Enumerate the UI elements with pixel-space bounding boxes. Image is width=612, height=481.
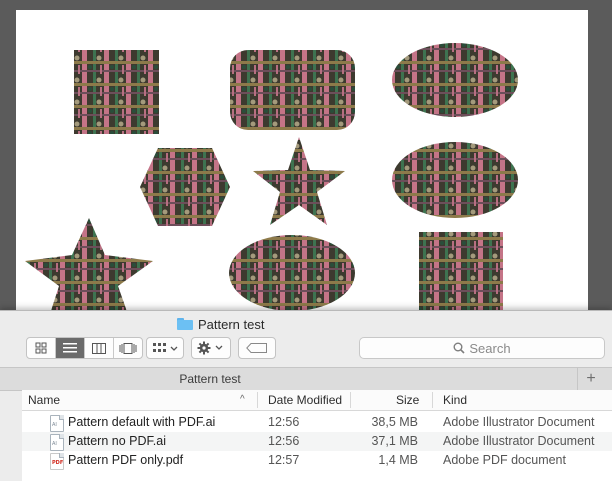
- sort-indicator-icon: ^: [240, 394, 245, 405]
- pattern-square: [74, 50, 159, 134]
- search-field[interactable]: Search: [359, 337, 605, 359]
- file-date-modified: 12:56: [268, 415, 300, 429]
- list-view-button[interactable]: [56, 338, 85, 358]
- tab-bar: Pattern test +: [0, 367, 612, 391]
- column-divider[interactable]: [257, 392, 258, 408]
- pattern-rounded-rectangle: [230, 50, 355, 130]
- file-name: Pattern no PDF.ai: [68, 434, 166, 448]
- cover-flow-icon: [119, 342, 137, 354]
- file-size: 37,1 MB: [371, 434, 418, 448]
- add-tab-button[interactable]: +: [577, 368, 604, 390]
- file-row[interactable]: AI Pattern default with PDF.ai 12:56 38,…: [22, 413, 612, 432]
- folder-icon: [177, 318, 193, 330]
- column-header-name[interactable]: Name: [28, 393, 60, 407]
- search-placeholder: Search: [469, 340, 511, 356]
- tag-button[interactable]: [238, 337, 276, 359]
- column-view-icon: [92, 342, 106, 354]
- window-title-group: Pattern test: [177, 315, 264, 333]
- file-kind: Adobe Illustrator Document: [443, 434, 595, 448]
- column-header-date-modified[interactable]: Date Modified: [268, 393, 342, 407]
- artboard[interactable]: [16, 10, 588, 320]
- toolbar: Search: [0, 337, 612, 369]
- file-date-modified: 12:56: [268, 434, 300, 448]
- file-row[interactable]: PDF Pattern PDF only.pdf 12:57 1,4 MB Ad…: [22, 451, 612, 470]
- file-kind: Adobe Illustrator Document: [443, 415, 595, 429]
- file-size: 38,5 MB: [371, 415, 418, 429]
- gear-icon: [197, 341, 223, 355]
- list-view-icon: [63, 343, 77, 353]
- title-bar[interactable]: Pattern test: [0, 311, 612, 337]
- window-title: Pattern test: [198, 316, 265, 332]
- file-name: Pattern PDF only.pdf: [68, 453, 184, 467]
- file-date-modified: 12:57: [268, 453, 300, 467]
- tag-icon: [246, 343, 267, 353]
- file-kind: Adobe PDF document: [443, 453, 566, 467]
- group-icon: [153, 343, 178, 352]
- file-size: 1,4 MB: [378, 453, 418, 467]
- file-name: Pattern default with PDF.ai: [68, 415, 216, 429]
- icon-view-button[interactable]: [27, 338, 56, 358]
- finder-window: Pattern test Search Pattern test + Name …: [0, 310, 612, 481]
- pattern-star-large: [25, 218, 153, 320]
- action-button[interactable]: [191, 337, 231, 359]
- ai-file-icon: AI: [50, 415, 64, 432]
- pattern-shapes: [25, 43, 518, 320]
- pattern-ellipse-3: [229, 235, 355, 311]
- illustrator-canvas: [0, 0, 612, 320]
- pattern-hexagon: [140, 148, 230, 226]
- pattern-star-small: [253, 137, 345, 225]
- column-header-kind[interactable]: Kind: [443, 393, 467, 407]
- pattern-ellipse-2: [392, 142, 518, 218]
- view-mode-control: [26, 337, 143, 359]
- icon-view-icon: [35, 342, 47, 354]
- pattern-rectangle: [419, 232, 503, 320]
- file-row[interactable]: AI Pattern no PDF.ai 12:56 37,1 MB Adobe…: [22, 432, 612, 451]
- search-icon: [453, 342, 465, 354]
- column-view-button[interactable]: [85, 338, 114, 358]
- tab-pattern-test[interactable]: Pattern test: [0, 372, 420, 386]
- column-header-row: Name ^ Date Modified Size Kind: [22, 390, 612, 411]
- column-header-size[interactable]: Size: [396, 393, 419, 407]
- file-list: Name ^ Date Modified Size Kind AI Patter…: [22, 390, 612, 481]
- cover-flow-view-button[interactable]: [114, 338, 142, 358]
- column-divider[interactable]: [432, 392, 433, 408]
- column-divider[interactable]: [350, 392, 351, 408]
- pattern-ellipse: [392, 43, 518, 117]
- ai-file-icon: AI: [50, 434, 64, 451]
- pdf-file-icon: PDF: [50, 453, 64, 470]
- arrange-button[interactable]: [146, 337, 184, 359]
